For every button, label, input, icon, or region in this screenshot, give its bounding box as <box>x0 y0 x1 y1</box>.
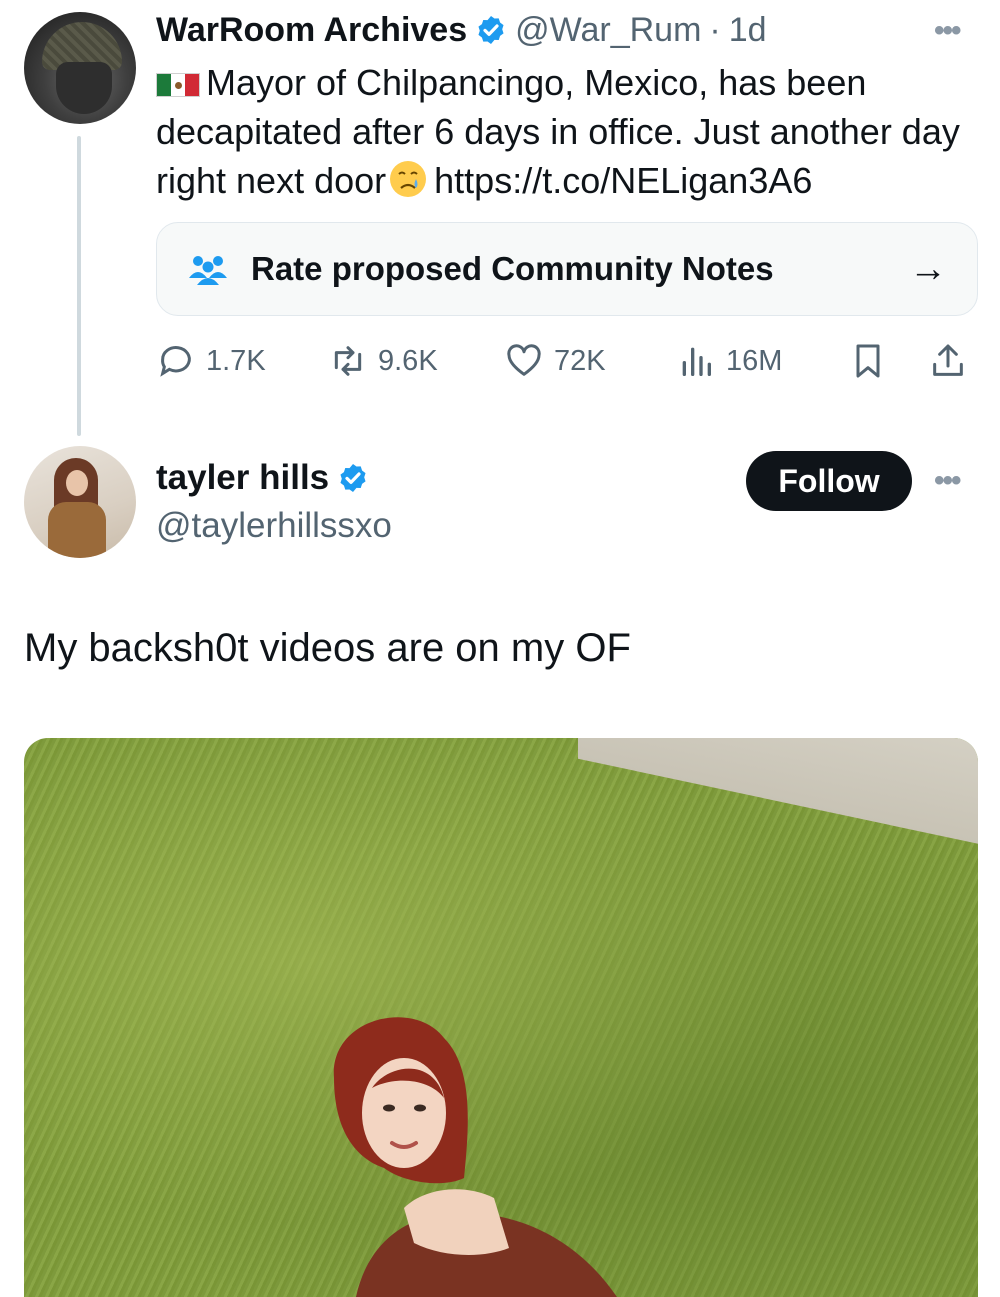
tweet2-photo[interactable] <box>24 738 978 1297</box>
bookmark-button[interactable] <box>848 334 888 388</box>
timeline: WarRoom Archives @War_Rum · 1d ••• Mayor… <box>0 0 1000 1297</box>
face-shape <box>66 470 88 496</box>
warroom-avatar[interactable] <box>24 12 136 124</box>
reply-count: 1.7K <box>206 344 266 377</box>
tweet2-handle[interactable]: @taylerhillssxo <box>156 506 392 546</box>
arrow-right-icon: → <box>909 247 947 290</box>
tweet1-separator: · <box>709 10 721 49</box>
tweet1-handle[interactable]: @War_Rum <box>515 11 701 50</box>
views-button[interactable]: 16M <box>676 334 782 388</box>
views-chart-icon <box>682 347 711 376</box>
people-icon <box>189 256 227 285</box>
reply-icon <box>160 346 191 377</box>
share-button[interactable] <box>928 334 968 388</box>
verified-badge-icon <box>340 464 366 492</box>
verified-badge-icon <box>478 16 504 44</box>
thread-connector-line <box>77 136 81 436</box>
tweet1-text: Mayor of Chilpancingo, Mexico, has been … <box>156 58 986 205</box>
tweet1-action-bar: 1.7K 9.6K 72K 16M <box>156 334 986 388</box>
tweet2-author-name[interactable]: tayler hills <box>156 458 329 498</box>
bookmark-icon <box>856 344 880 378</box>
mexico-flag-icon <box>156 73 200 97</box>
reply-button[interactable]: 1.7K <box>156 334 266 388</box>
share-icon <box>933 344 963 376</box>
follow-button[interactable]: Follow <box>746 451 912 511</box>
like-count: 72K <box>554 344 606 377</box>
tweet1-link[interactable]: https://t.co/NELigan3A6 <box>434 160 812 201</box>
community-notes-label: Rate proposed Community Notes <box>251 250 774 287</box>
face-shape <box>56 62 112 114</box>
like-button[interactable]: 72K <box>504 334 606 388</box>
tweet2-more-icon[interactable]: ••• <box>934 466 961 496</box>
community-notes-button[interactable]: Rate proposed Community Notes → <box>156 222 978 316</box>
tweet2-text: My backsh0t videos are on my OF <box>24 626 631 670</box>
tweet1-time[interactable]: 1d <box>729 11 767 50</box>
repost-icon <box>334 346 362 376</box>
heart-icon <box>507 344 541 376</box>
sidewalk-shape <box>578 738 978 848</box>
tweet1-more-icon[interactable]: ••• <box>934 16 961 46</box>
tweet2-header: tayler hills <box>156 458 369 498</box>
tweet1-author-name[interactable]: WarRoom Archives <box>156 11 467 50</box>
views-count: 16M <box>726 344 783 377</box>
jacket-shape <box>48 502 106 558</box>
repost-count: 9.6K <box>378 344 438 377</box>
tweet1-header: WarRoom Archives @War_Rum · 1d <box>156 8 767 52</box>
repost-button[interactable]: 9.6K <box>328 334 438 388</box>
crying-face-icon <box>390 161 427 197</box>
tayler-avatar[interactable] <box>24 446 136 558</box>
woman-figure-image <box>333 1017 617 1297</box>
